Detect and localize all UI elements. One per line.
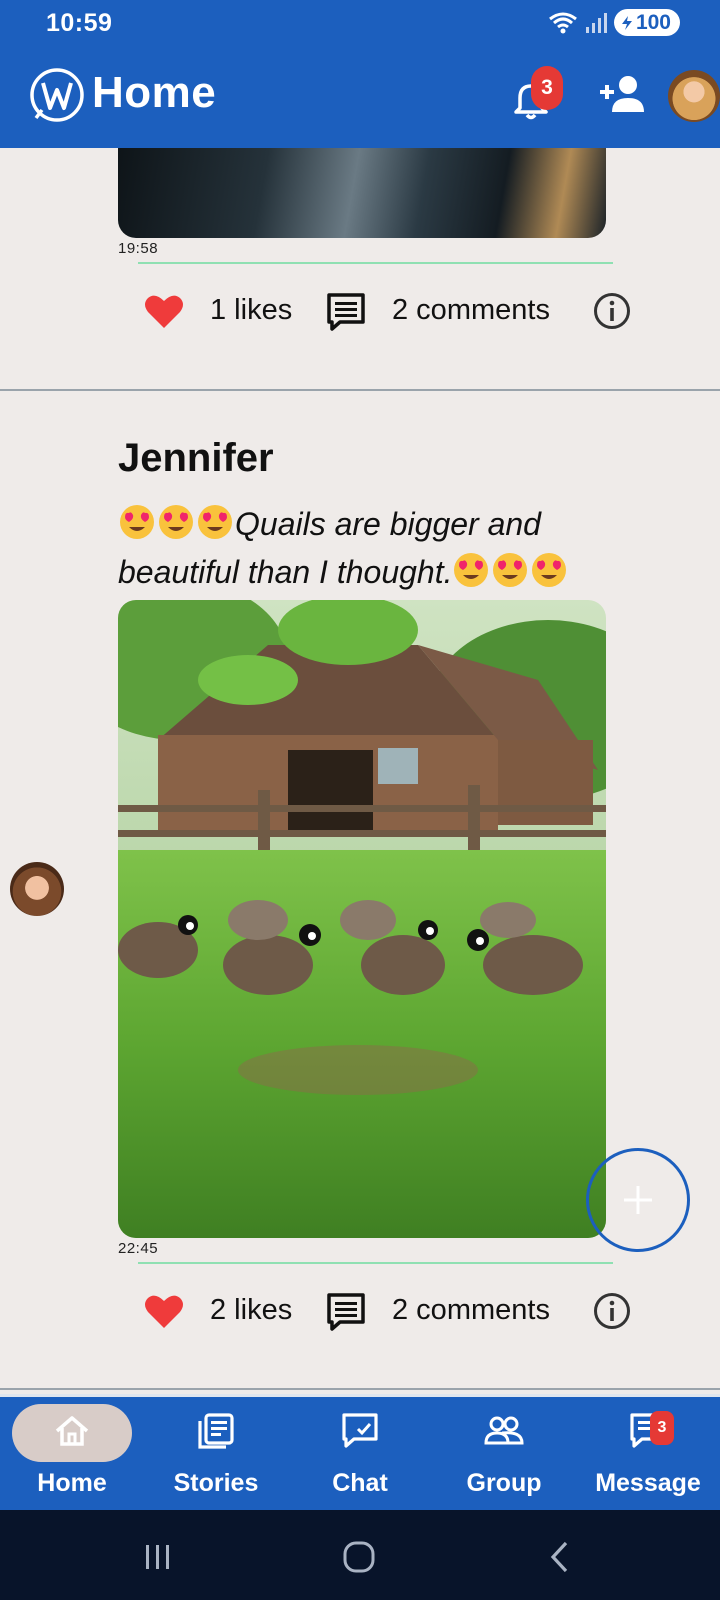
heart-eyes-emoji-icon [532,553,567,587]
nav-message[interactable]: Message [576,1397,720,1513]
notification-badge: 3 [531,66,563,110]
nav-group[interactable]: Group [432,1397,576,1513]
info-icon[interactable] [593,292,631,330]
heart-eyes-emoji-icon [454,553,489,587]
nav-label: Message [595,1469,701,1497]
home-icon [55,1416,89,1446]
bottom-nav: Home Stories Chat Group Message 3 [0,1394,720,1510]
nav-label: Chat [332,1469,388,1497]
nav-stories[interactable]: Stories [144,1397,288,1513]
home-button-icon[interactable] [342,1540,376,1574]
heart-eyes-emoji-icon [159,505,193,539]
battery-level: 100 [635,10,671,34]
status-icons: 100 [548,9,680,36]
system-nav-bar [0,1510,720,1600]
post-caption: Quails are bigger and beautiful than I t… [118,500,618,596]
post-timestamp: 22:45 [118,1240,159,1257]
post-divider [0,389,720,391]
post-divider [0,1388,720,1390]
plus-icon [624,1186,652,1214]
profile-avatar[interactable] [668,70,720,122]
comment-icon[interactable] [326,1292,366,1332]
post-actions: 1 likes 2 comments [0,284,720,338]
nav-label: Home [37,1469,107,1497]
nav-home[interactable]: Home [0,1397,144,1513]
info-icon[interactable] [593,1292,631,1330]
chat-icon [342,1413,378,1448]
group-icon [484,1416,524,1445]
post-timestamp: 19:58 [118,240,159,257]
battery-indicator: 100 [613,9,680,36]
back-icon[interactable] [548,1540,572,1574]
heart-icon[interactable] [144,292,184,330]
wifi-icon [549,12,577,33]
likes-count[interactable]: 2 likes [210,1294,292,1327]
nav-label: Group [466,1469,542,1497]
post-image[interactable] [118,600,606,1238]
heart-eyes-emoji-icon [120,505,154,539]
battery-saver-icon [621,15,632,30]
nav-label: Stories [173,1469,259,1497]
add-post-button[interactable] [586,1148,690,1252]
signal-icon [585,12,607,33]
heart-eyes-emoji-icon [493,553,528,587]
author-avatar[interactable] [10,862,64,916]
app-bar: Home 3 [0,46,720,148]
message-badge: 3 [650,1411,674,1445]
nav-chat[interactable]: Chat [288,1397,432,1513]
stories-icon [198,1413,234,1449]
page-title: Home [92,68,217,117]
heart-eyes-emoji-icon [198,505,232,539]
likes-count[interactable]: 1 likes [210,294,292,327]
comment-icon[interactable] [326,292,366,332]
post-author[interactable]: Jennifer [118,436,274,481]
heart-icon[interactable] [144,1292,184,1330]
app-logo-icon [30,68,84,122]
post-separator [138,1262,613,1264]
status-time: 10:59 [46,9,113,37]
post-separator [138,262,613,264]
add-friend-icon[interactable] [598,74,648,116]
recent-apps-icon[interactable] [142,1542,174,1572]
status-bar: 10:59 100 [0,0,720,46]
comments-count[interactable]: 2 comments [392,1294,550,1327]
post-actions: 2 likes 2 comments [0,1284,720,1338]
comments-count[interactable]: 2 comments [392,294,550,327]
post-image[interactable] [118,148,606,238]
